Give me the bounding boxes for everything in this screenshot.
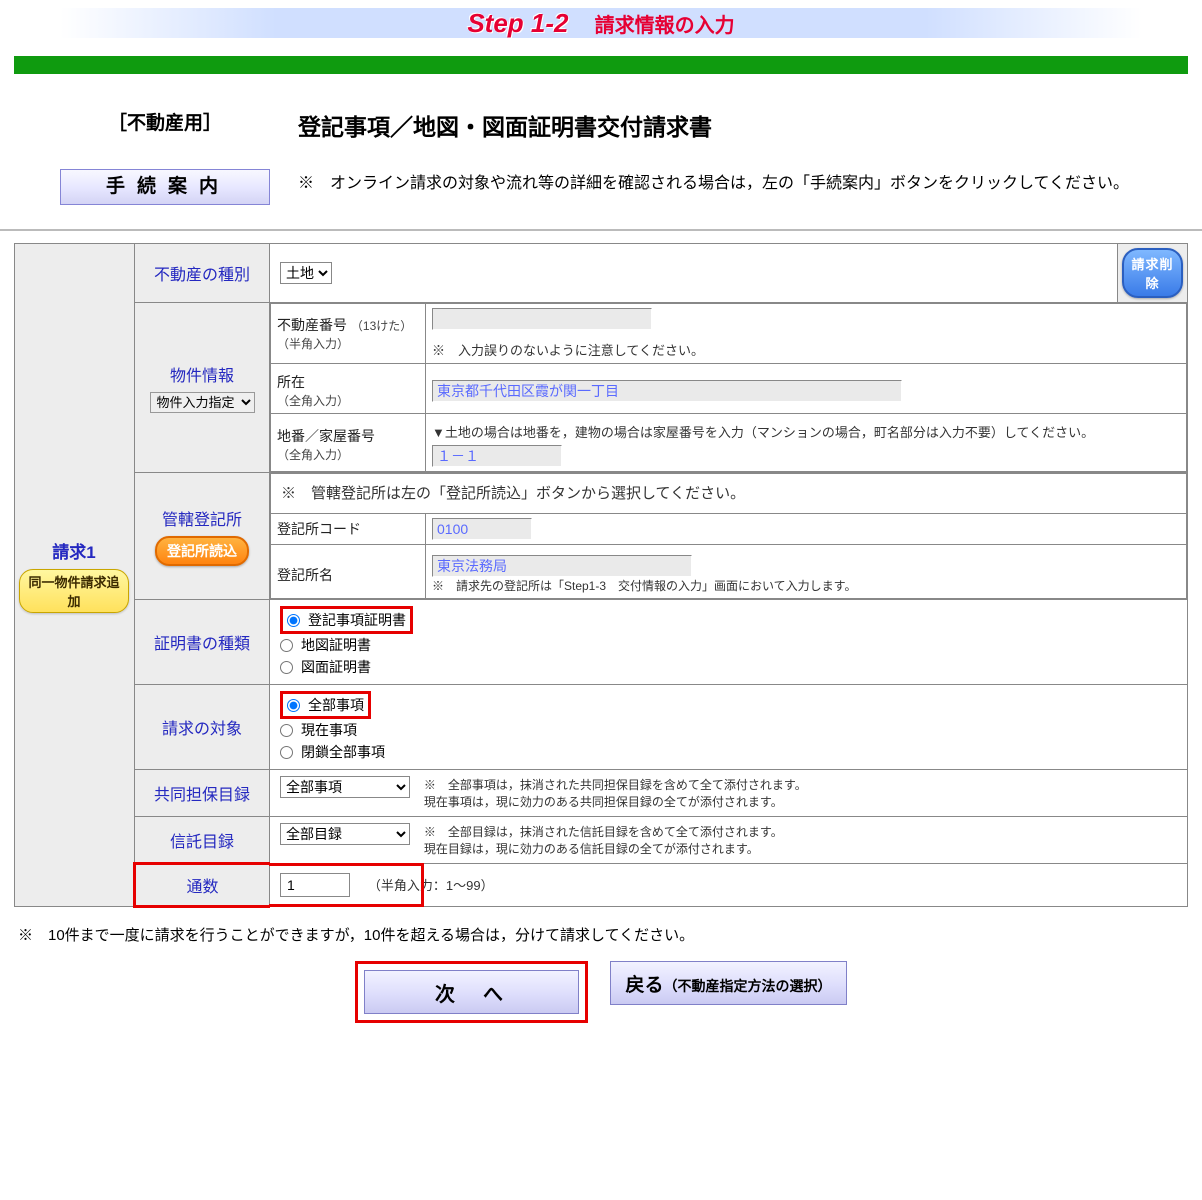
copies-hint: （半角入力：1～99）	[368, 878, 494, 893]
jurisdiction-note-bottom: ※ 請求先の登記所は「Step1-3 交付情報の入力」画面において入力します。	[432, 579, 856, 593]
office-code-input[interactable]	[432, 518, 532, 540]
step-title: Step 1-2	[467, 8, 568, 38]
office-name-input[interactable]	[432, 555, 692, 577]
cert-opt3-row[interactable]: 図面証明書	[280, 656, 1177, 678]
joint-label-cell: 共同担保目録	[135, 770, 270, 817]
kind-label: 不動産の種別	[154, 267, 250, 284]
step-subtitle: 請求情報の入力	[595, 15, 735, 37]
form-title: 登記事項／地図・図面証明書交付請求書	[298, 108, 1142, 142]
prop-number-sub: （半角入力）	[277, 337, 349, 351]
property-label: 物件情報	[139, 362, 265, 386]
delete-request-button[interactable]: 請求削除	[1122, 248, 1183, 298]
target-opt3-row[interactable]: 閉鎖全部事項	[280, 741, 1177, 763]
prop-number-label: 不動産番号	[277, 317, 347, 333]
back-button[interactable]: 戻る（不動産指定方法の選択）	[610, 961, 846, 1005]
cert-opt3-label: 図面証明書	[301, 657, 371, 677]
jurisdiction-value-cell: ※ 管轄登記所は左の「登記所読込」ボタンから選択してください。 登記所コード 登…	[270, 473, 1188, 600]
joint-select[interactable]: 全部事項	[280, 776, 410, 798]
target-value-cell: 全部事項 現在事項 閉鎖全部事項	[270, 685, 1188, 770]
request-table: 請求1 同一物件請求追加 不動産の種別 土地 請求削除 物件情報 物件入力指定	[14, 243, 1188, 908]
cert-opt2-row[interactable]: 地図証明書	[280, 634, 1177, 656]
delete-cell: 請求削除	[1118, 244, 1188, 303]
divider	[0, 229, 1202, 231]
kind-label-cell: 不動産の種別	[135, 244, 270, 303]
target-opt1-radio[interactable]	[287, 699, 300, 712]
copies-value-cell: （半角入力：1～99）	[270, 864, 1188, 907]
target-opt2-row[interactable]: 現在事項	[280, 719, 1177, 741]
office-code-label: 登記所コード	[277, 521, 361, 537]
target-opt1-row[interactable]: 全部事項	[287, 694, 364, 716]
section-bar	[14, 56, 1188, 74]
trust-note: ※ 全部目録は，抹消された信託目録を含めて全て添付されます。 現在目録は，現に効…	[424, 823, 783, 857]
load-office-button[interactable]: 登記所読込	[155, 536, 249, 566]
kind-select[interactable]: 土地	[280, 262, 332, 284]
target-opt1-label: 全部事項	[308, 695, 364, 715]
cert-opt2-label: 地図証明書	[301, 635, 371, 655]
header-note: ※ オンライン請求の対象や流れ等の詳細を確認される場合は，左の「手続案内」ボタン…	[298, 170, 1142, 199]
trust-label-cell: 信託目録	[135, 817, 270, 864]
jurisdiction-label-cell: 管轄登記所 登記所読込	[135, 473, 270, 600]
same-property-add-button[interactable]: 同一物件請求追加	[19, 569, 129, 613]
jurisdiction-label: 管轄登記所	[139, 506, 265, 530]
lot-sub: （全角入力）	[277, 448, 349, 462]
office-name-label: 登記所名	[277, 567, 333, 583]
cert-opt2-radio[interactable]	[280, 639, 293, 652]
trust-value-cell: 全部目録 ※ 全部目録は，抹消された信託目録を含めて全て添付されます。 現在目録…	[270, 817, 1188, 864]
jurisdiction-note-top: ※ 管轄登記所は左の「登記所読込」ボタンから選択してください。	[281, 485, 745, 502]
step-banner: Step 1-2 請求情報の入力	[60, 8, 1142, 38]
joint-note: ※ 全部事項は，抹消された共同担保目録を含めて全て添付されます。 現在事項は，現…	[424, 776, 807, 810]
location-input[interactable]	[432, 380, 902, 402]
cert-opt3-radio[interactable]	[280, 661, 293, 674]
cert-opt1-row[interactable]: 登記事項証明書	[287, 609, 406, 631]
copies-label-cell: 通数	[135, 864, 270, 907]
next-button[interactable]: 次へ	[364, 970, 579, 1014]
location-sub: （全角入力）	[277, 394, 349, 408]
kind-value-cell: 土地	[270, 244, 1118, 303]
target-opt2-radio[interactable]	[280, 724, 293, 737]
cert-opt1-radio[interactable]	[287, 614, 300, 627]
trust-label: 信託目録	[170, 834, 234, 851]
trust-select[interactable]: 全部目録	[280, 823, 410, 845]
next-highlight: 次へ	[355, 961, 588, 1023]
target-label: 請求の対象	[162, 721, 242, 738]
prop-number-hint: （13けた）	[351, 319, 412, 333]
guide-button[interactable]: 手続案内	[60, 169, 270, 205]
location-label: 所在	[277, 374, 305, 390]
joint-value-cell: 全部事項 ※ 全部事項は，抹消された共同担保目録を含めて全て添付されます。 現在…	[270, 770, 1188, 817]
target-opt3-radio[interactable]	[280, 746, 293, 759]
back-label: 戻る	[625, 975, 663, 996]
target-opt2-label: 現在事項	[301, 720, 357, 740]
property-mode-select[interactable]: 物件入力指定	[150, 392, 255, 413]
cert-type-value-cell: 登記事項証明書 地図証明書 図面証明書	[270, 600, 1188, 685]
lot-label: 地番／家屋番号	[277, 428, 375, 444]
back-sub: （不動産指定方法の選択）	[664, 978, 832, 994]
request-cell: 請求1 同一物件請求追加	[15, 244, 135, 907]
copies-input[interactable]	[280, 873, 350, 897]
cert-type-label: 証明書の種類	[154, 636, 250, 653]
bracket-title: ［不動産用］	[60, 108, 270, 135]
lot-input[interactable]	[432, 445, 562, 467]
prop-number-note: ※ 入力誤りのないように注意してください。	[432, 340, 1180, 359]
copies-label: 通数	[186, 879, 218, 896]
property-label-cell: 物件情報 物件入力指定	[135, 303, 270, 473]
target-opt3-label: 閉鎖全部事項	[301, 742, 385, 762]
property-value-cell: 不動産番号 （13けた） （半角入力） ※ 入力誤りのないように注意してください…	[270, 303, 1188, 473]
joint-label: 共同担保目録	[154, 787, 250, 804]
cert-opt1-label: 登記事項証明書	[308, 610, 406, 630]
request-label: 請求1	[19, 538, 129, 563]
target-label-cell: 請求の対象	[135, 685, 270, 770]
cert-type-label-cell: 証明書の種類	[135, 600, 270, 685]
prop-number-input[interactable]	[432, 308, 652, 330]
lot-note: ▼土地の場合は地番を，建物の場合は家屋番号を入力（マンションの場合，町名部分は入…	[432, 422, 1180, 441]
footer-note: ※ 10件まで一度に請求を行うことができますが，10件を超える場合は，分けて請求…	[18, 924, 1184, 945]
